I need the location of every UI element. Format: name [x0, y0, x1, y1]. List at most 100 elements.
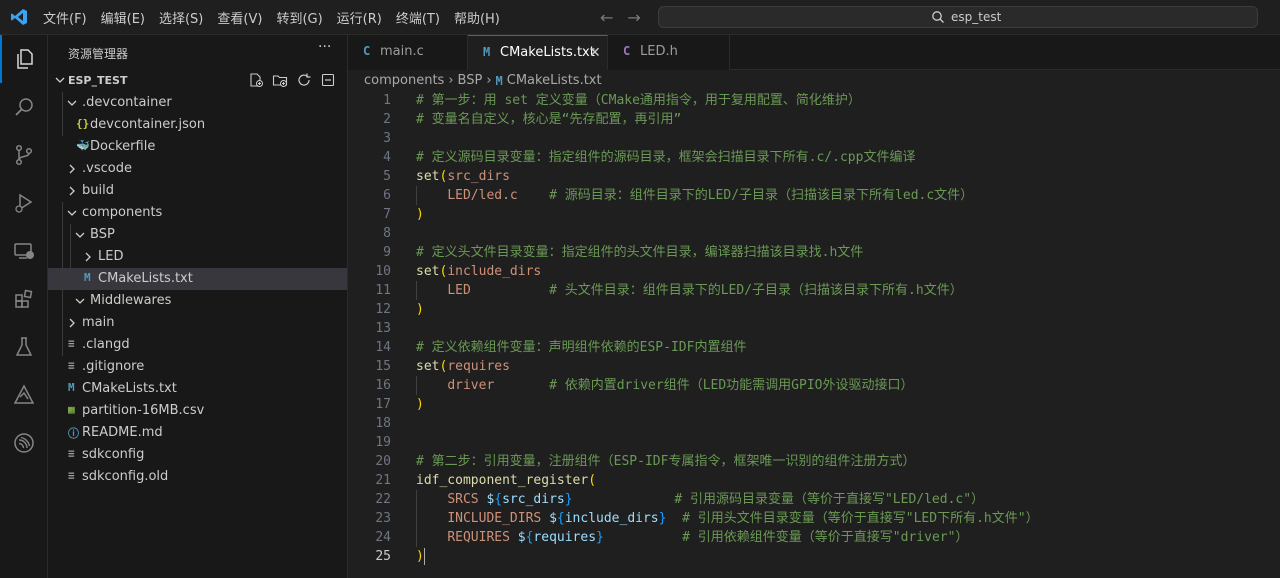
code-line[interactable]: 7) — [348, 205, 1280, 224]
tree-item-label: components — [82, 205, 163, 220]
line-number: 8 — [383, 226, 391, 241]
explorer-sidebar: 资源管理器 ··· ESP_TEST .devcontainer {} devcon… — [48, 35, 348, 578]
code-line[interactable]: 18 — [348, 414, 1280, 433]
tree-item-label: main — [82, 315, 115, 330]
collapse-all-icon[interactable] — [320, 72, 336, 88]
code-line[interactable]: 12) — [348, 300, 1280, 319]
extensions-icon[interactable] — [0, 275, 48, 323]
chevron-down-icon — [75, 232, 85, 238]
back-arrow-icon[interactable]: ← — [600, 8, 613, 27]
menu-item[interactable]: 编辑(E) — [94, 8, 152, 27]
idf-extension-icon[interactable] — [0, 371, 48, 419]
espressif-icon[interactable] — [0, 419, 48, 467]
remote-explorer-icon[interactable] — [0, 227, 48, 275]
breadcrumb-item[interactable]: BSP — [458, 73, 483, 88]
tab-main-c[interactable]: C main.c — [348, 35, 468, 70]
chevron-right-icon — [69, 186, 75, 196]
search-icon — [932, 11, 944, 23]
tree-item[interactable]: ≡ sdkconfig.old — [48, 466, 347, 488]
breadcrumb-item[interactable]: components — [364, 73, 444, 88]
code-line[interactable]: 3 — [348, 129, 1280, 148]
tree-item[interactable]: M CMakeLists.txt — [48, 268, 347, 290]
workspace-root[interactable]: ESP_TEST — [48, 70, 347, 92]
code-line[interactable]: 22 SRCS ${src_dirs} # 引用源码目录变量（等价于直接写"LE… — [348, 490, 1280, 509]
line-number: 3 — [383, 131, 391, 146]
code-line[interactable]: 15 set(requires — [348, 357, 1280, 376]
code-line[interactable]: 17) — [348, 395, 1280, 414]
run-debug-icon[interactable] — [0, 179, 48, 227]
search-text: esp_test — [951, 10, 1002, 24]
tree-item[interactable]: ⓘ README.md — [48, 422, 347, 444]
line-number: 10 — [375, 264, 391, 279]
code-line[interactable]: 6 LED/led.c # 源码目录：组件目录下的LED/子目录（扫描该目录下所… — [348, 186, 1280, 205]
tree-item[interactable]: components — [48, 202, 347, 224]
code-line[interactable]: 19 — [348, 433, 1280, 452]
tree-item[interactable]: ≡ .clangd — [48, 334, 347, 356]
code-editor[interactable]: 1 # 第一步：用 set 定义变量（CMake通用指令，用于复用配置、简化维护）… — [348, 91, 1280, 578]
code-line[interactable]: 14 # 定义依赖组件变量：声明组件依赖的ESP-IDF内置组件 — [348, 338, 1280, 357]
code-line[interactable]: 10 set(include_dirs — [348, 262, 1280, 281]
menu-item[interactable]: 选择(S) — [152, 8, 210, 27]
code-text: # 第二步：引用变量，注册组件（ESP-IDF专属指令，框架唯一识别的组件注册方… — [416, 454, 916, 469]
menu-item[interactable]: 文件(F) — [36, 8, 94, 27]
code-line[interactable]: 11 LED # 头文件目录：组件目录下的LED/子目录（扫描该目录下所有.h文… — [348, 281, 1280, 300]
menu-item[interactable]: 转到(G) — [269, 8, 329, 27]
tree-item[interactable]: {} devcontainer.json — [48, 114, 347, 136]
more-actions-icon[interactable]: ··· — [318, 39, 331, 55]
tree-item[interactable]: .devcontainer — [48, 92, 347, 114]
code-line[interactable]: 20 # 第二步：引用变量，注册组件（ESP-IDF专属指令，框架唯一识别的组件注… — [348, 452, 1280, 471]
menu-item[interactable]: 终端(T) — [389, 8, 447, 27]
code-line[interactable]: 2 # 变量名自定义，核心是“先存配置，再引用” — [348, 110, 1280, 129]
code-line[interactable]: 1 # 第一步：用 set 定义变量（CMake通用指令，用于复用配置、简化维护） — [348, 91, 1280, 110]
line-number: 13 — [375, 321, 391, 336]
tab-cmakelists[interactable]: M CMakeLists.txt ✕ — [468, 35, 608, 70]
indent-guide — [70, 224, 71, 268]
tree-item[interactable]: ≡ .gitignore — [48, 356, 347, 378]
tree-item[interactable]: M CMakeLists.txt — [48, 378, 347, 400]
search-activity-icon[interactable] — [0, 83, 48, 131]
code-line[interactable]: 25) — [348, 547, 1280, 566]
explorer-icon[interactable] — [0, 35, 48, 83]
tree-item[interactable]: 🐳 Dockerfile — [48, 136, 347, 158]
code-line[interactable]: 21 idf_component_register( — [348, 471, 1280, 490]
testing-icon[interactable] — [0, 323, 48, 371]
menu-item[interactable]: 查看(V) — [210, 8, 269, 27]
forward-arrow-icon[interactable]: → — [627, 8, 640, 27]
new-folder-icon[interactable] — [272, 72, 288, 88]
tree-item[interactable]: build — [48, 180, 347, 202]
code-line[interactable]: 9 # 定义头文件目录变量：指定组件的头文件目录，编译器扫描该目录找.h文件 — [348, 243, 1280, 262]
activity-bar — [0, 35, 48, 578]
code-line[interactable]: 16 driver # 依赖内置driver组件（LED功能需调用GPIO外设驱… — [348, 376, 1280, 395]
code-line[interactable]: 23 INCLUDE_DIRS ${include_dirs} # 引用头文件目… — [348, 509, 1280, 528]
info-icon: ⓘ — [68, 427, 79, 440]
code-line[interactable]: 8 — [348, 224, 1280, 243]
code-line[interactable]: 5 set(src_dirs — [348, 167, 1280, 186]
refresh-icon[interactable] — [296, 72, 312, 88]
breadcrumb-item[interactable]: CMakeLists.txt — [507, 73, 602, 88]
vscode-logo-icon[interactable] — [10, 8, 28, 26]
tree-item[interactable]: .vscode — [48, 158, 347, 180]
code-line[interactable]: 4 # 定义源码目录变量：指定组件的源码目录，框架会扫描目录下所有.c/.cpp文… — [348, 148, 1280, 167]
code-line[interactable]: 24 REQUIRES ${requires} # 引用依赖组件变量（等价于直接… — [348, 528, 1280, 547]
tree-item-label: Dockerfile — [90, 139, 156, 154]
tree-item[interactable]: Middlewares — [48, 290, 347, 312]
cmake-file-icon: M — [68, 381, 75, 394]
command-center-search[interactable]: esp_test — [658, 6, 1258, 28]
close-icon[interactable]: ✕ — [589, 45, 601, 61]
menu-item[interactable]: 运行(R) — [330, 8, 389, 27]
tree-item[interactable]: ≡ sdkconfig — [48, 444, 347, 466]
tree-item[interactable]: LED — [48, 246, 347, 268]
code-line[interactable]: 13 — [348, 319, 1280, 338]
line-number: 24 — [375, 530, 391, 545]
tab-led-h[interactable]: C LED.h — [608, 35, 730, 70]
new-file-icon[interactable] — [248, 72, 264, 88]
tree-item-label: BSP — [90, 227, 115, 242]
tree-item-label: sdkconfig — [82, 447, 145, 462]
tree-item[interactable]: main — [48, 312, 347, 334]
source-control-icon[interactable] — [0, 131, 48, 179]
tree-item[interactable]: BSP — [48, 224, 347, 246]
line-number: 4 — [383, 150, 391, 165]
menu-item[interactable]: 帮助(H) — [447, 8, 507, 27]
tree-item-label: Middlewares — [90, 293, 172, 308]
tree-item[interactable]: ▦ partition-16MB.csv — [48, 400, 347, 422]
